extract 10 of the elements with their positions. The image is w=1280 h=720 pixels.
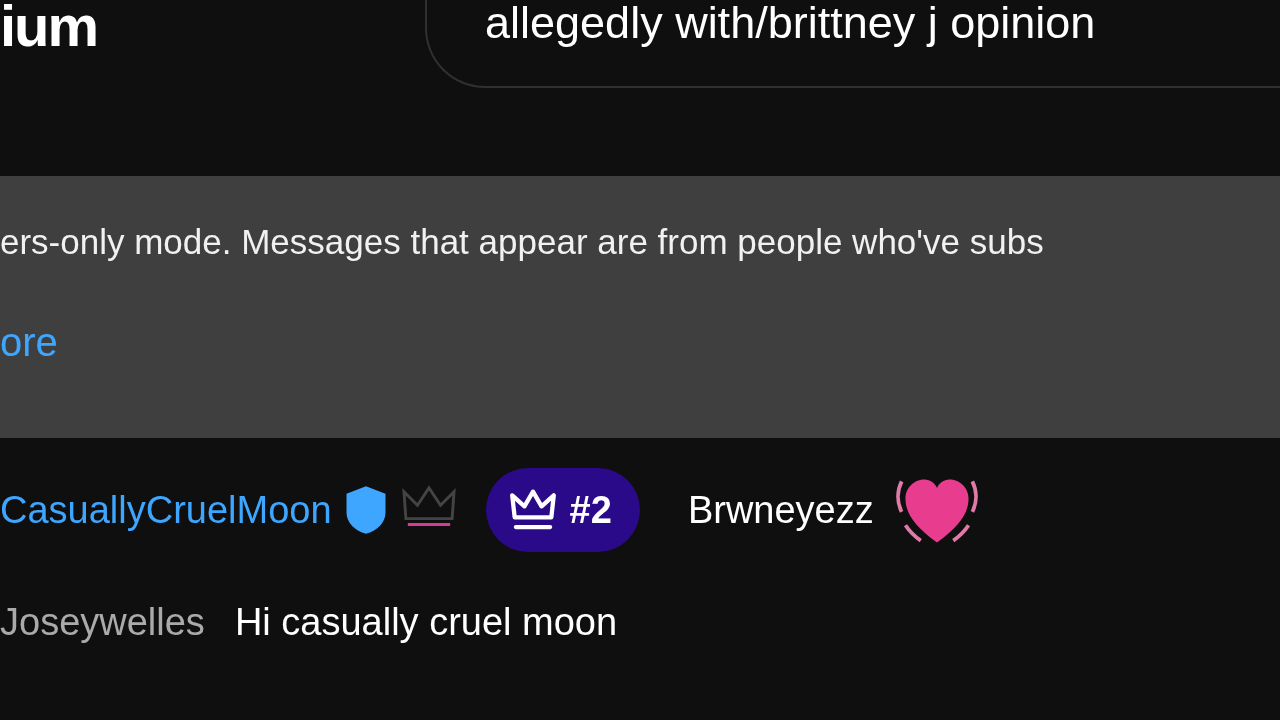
notice-text: ers-only mode. Messages that appear are from people who've subs [0, 221, 1044, 263]
author-name[interactable]: Joseywelles [0, 600, 205, 644]
stream-title: allegedly with/brittney j opinion [485, 0, 1096, 48]
learn-more-link[interactable]: ore [0, 320, 58, 364]
rank-text: #2 [569, 488, 612, 532]
author-name[interactable]: CasuallyCruelMoon [0, 488, 332, 532]
message-text: Hi casually cruel moon [234, 600, 618, 644]
crown-icon [507, 488, 558, 532]
brand-text: ium [0, 0, 99, 52]
message-text: Brwneyezz [687, 488, 874, 532]
